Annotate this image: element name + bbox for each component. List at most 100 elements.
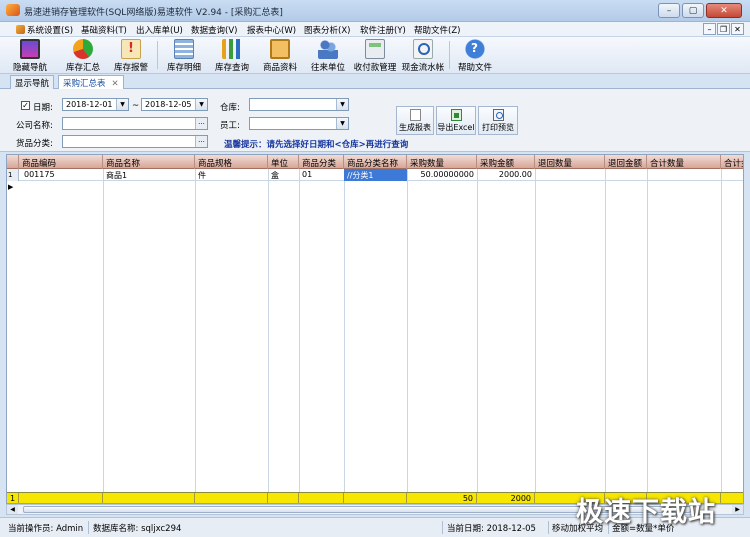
menu-report-center[interactable]: 报表中心(W) [247,24,296,36]
employee-label: 员工: [220,121,240,131]
category-field[interactable]: ... [62,135,208,148]
cell-return-qty[interactable] [535,169,605,181]
system-menu-icon[interactable] [16,25,25,34]
warehouse-select[interactable]: ▼ [249,98,349,111]
menu-chart-analysis[interactable]: 图表分析(X) [304,24,350,36]
cell-product-name[interactable]: 商品1 [103,169,195,181]
company-field[interactable]: ... [62,117,208,130]
menu-software-register[interactable]: 软件注册(Y) [360,24,406,36]
cell-purchase-qty[interactable]: 50.00000000 [407,169,477,181]
employee-select[interactable]: ▼ [249,117,349,130]
grid-line [721,169,722,492]
column-header[interactable]: 商品规格 [195,155,268,169]
print-preview-button[interactable]: 打印预览 [478,106,518,135]
generate-report-button[interactable]: 生成报表 [396,106,434,135]
chevron-down-icon[interactable]: ▼ [116,99,128,110]
toolbar-label: 往来单位 [310,63,345,73]
menu-help-file[interactable]: 帮助文件(Z) [414,24,460,36]
toolbar-label: 库存明细 [166,63,201,73]
cell-total-qty[interactable] [647,169,721,181]
menu-system-settings[interactable]: 系统设置(S) [27,24,73,36]
toolbar-label: 库存汇总 [65,63,100,73]
column-header[interactable]: 合计数量 [647,155,721,169]
cell-product-spec[interactable]: 件 [195,169,268,181]
status-separator [88,521,89,534]
toolbar-payments-button[interactable]: 收付款管理 [351,38,399,73]
grid-line [195,169,196,492]
cell-total-amount[interactable] [721,169,743,181]
export-excel-button[interactable]: 导出Excel [436,106,476,135]
export-excel-label: 导出Excel [437,123,475,132]
tab-show-nav[interactable]: 显示导航 [10,75,55,89]
date-to-picker[interactable]: 2018-12-05 ▼ [141,98,208,111]
close-button[interactable]: ✕ [706,3,742,18]
column-header[interactable]: 采购数量 [407,155,477,169]
toolbar-stock-summary-button[interactable]: 库存汇总 [60,38,106,73]
chevron-down-icon[interactable]: ▼ [336,99,348,110]
document-icon [409,109,421,121]
cell-category[interactable]: 01 [299,169,344,181]
toolbar-partners-button[interactable]: 往来单位 [305,38,351,73]
column-header[interactable]: 合计金 [721,155,743,169]
browse-button[interactable]: ... [195,118,207,129]
menu-stock-orders[interactable]: 出入库单(U) [136,24,183,36]
header-indicator [7,155,19,169]
chevron-down-icon[interactable]: ▼ [195,99,207,110]
browse-button[interactable]: ... [195,136,207,147]
cell-product-code[interactable]: 001175 [21,169,103,181]
scroll-right-icon[interactable]: ▶ [732,505,743,514]
mdi-close-button[interactable]: ✕ [731,23,744,35]
scroll-left-icon[interactable]: ◀ [7,505,18,514]
column-header[interactable]: 退回数量 [535,155,605,169]
date-range-separator: ~ [132,101,140,111]
cell-return-amount[interactable] [605,169,647,181]
minimize-button[interactable]: – [658,3,680,18]
column-header[interactable]: 商品名称 [103,155,195,169]
toolbar-label: 现金流水帐 [401,63,445,73]
totals-cell [268,493,299,503]
title-bar: 易速进销存管理软件(SQL网络版)易速软件 V2.94 - [采购汇总表] – … [0,0,750,22]
toolbar-hide-nav-button[interactable]: 隐藏导航 [6,38,54,73]
chevron-down-icon[interactable]: ▼ [336,118,348,129]
date-label: 日期: [33,103,53,113]
grid-line [477,169,478,492]
column-header[interactable]: 采购金额 [477,155,535,169]
table-row[interactable]: 001175 商品1 件 盒 01 //分类1 50.00000000 2000… [7,169,743,181]
pie-chart-icon [73,39,93,59]
toolbar-help-button[interactable]: 帮助文件 [454,38,496,73]
tab-strip: 显示导航 采购汇总表 ✕ [0,74,750,89]
maximize-button[interactable]: ▢ [682,3,704,18]
column-header[interactable]: 商品编码 [19,155,103,169]
date-checkbox[interactable]: ✓ [21,101,30,110]
toolbar-stock-detail-button[interactable]: 库存明细 [161,38,207,73]
column-header[interactable]: 单位 [268,155,299,169]
cell-purchase-amount[interactable]: 2000.00 [477,169,535,181]
toolbar-stock-query-button[interactable]: 库存查询 [209,38,255,73]
generate-report-label: 生成报表 [399,123,431,132]
status-operator: 当前操作员: Admin [8,524,84,534]
grid-line [268,169,269,492]
company-label: 公司名称: [16,121,53,131]
grid-line [647,169,648,492]
menu-data-query[interactable]: 数据查询(V) [191,24,237,36]
cell-unit[interactable]: 盒 [268,169,299,181]
column-header[interactable]: 商品分类 [299,155,344,169]
column-header[interactable]: 商品分类名称 [344,155,407,169]
toolbar-stock-alert-button[interactable]: 库存报警 [108,38,154,73]
date-to-value: 2018-12-05 [145,100,192,109]
data-grid[interactable]: 商品编码 商品名称 商品规格 单位 商品分类 商品分类名称 采购数量 采购金额 … [6,154,744,504]
date-from-picker[interactable]: 2018-12-01 ▼ [62,98,129,111]
column-header[interactable]: 退回金额 [605,155,647,169]
menu-basic-data[interactable]: 基础资料(T) [81,24,127,36]
toolbar-cash-ledger-button[interactable]: 现金流水帐 [400,38,446,73]
toolbar-product-data-button[interactable]: 商品资料 [257,38,303,73]
mdi-minimize-button[interactable]: – [703,23,716,35]
status-separator [442,521,443,534]
cell-category-name[interactable]: //分类1 [344,169,407,181]
tab-close-icon[interactable]: ✕ [112,79,119,89]
grid-line [407,169,408,492]
status-database: 数据库名称: sqljxc294 [93,524,182,534]
tab-purchase-summary[interactable]: 采购汇总表 ✕ [58,75,124,89]
totals-purchase-amount: 2000 [477,493,535,503]
mdi-restore-button[interactable]: ❐ [717,23,730,35]
